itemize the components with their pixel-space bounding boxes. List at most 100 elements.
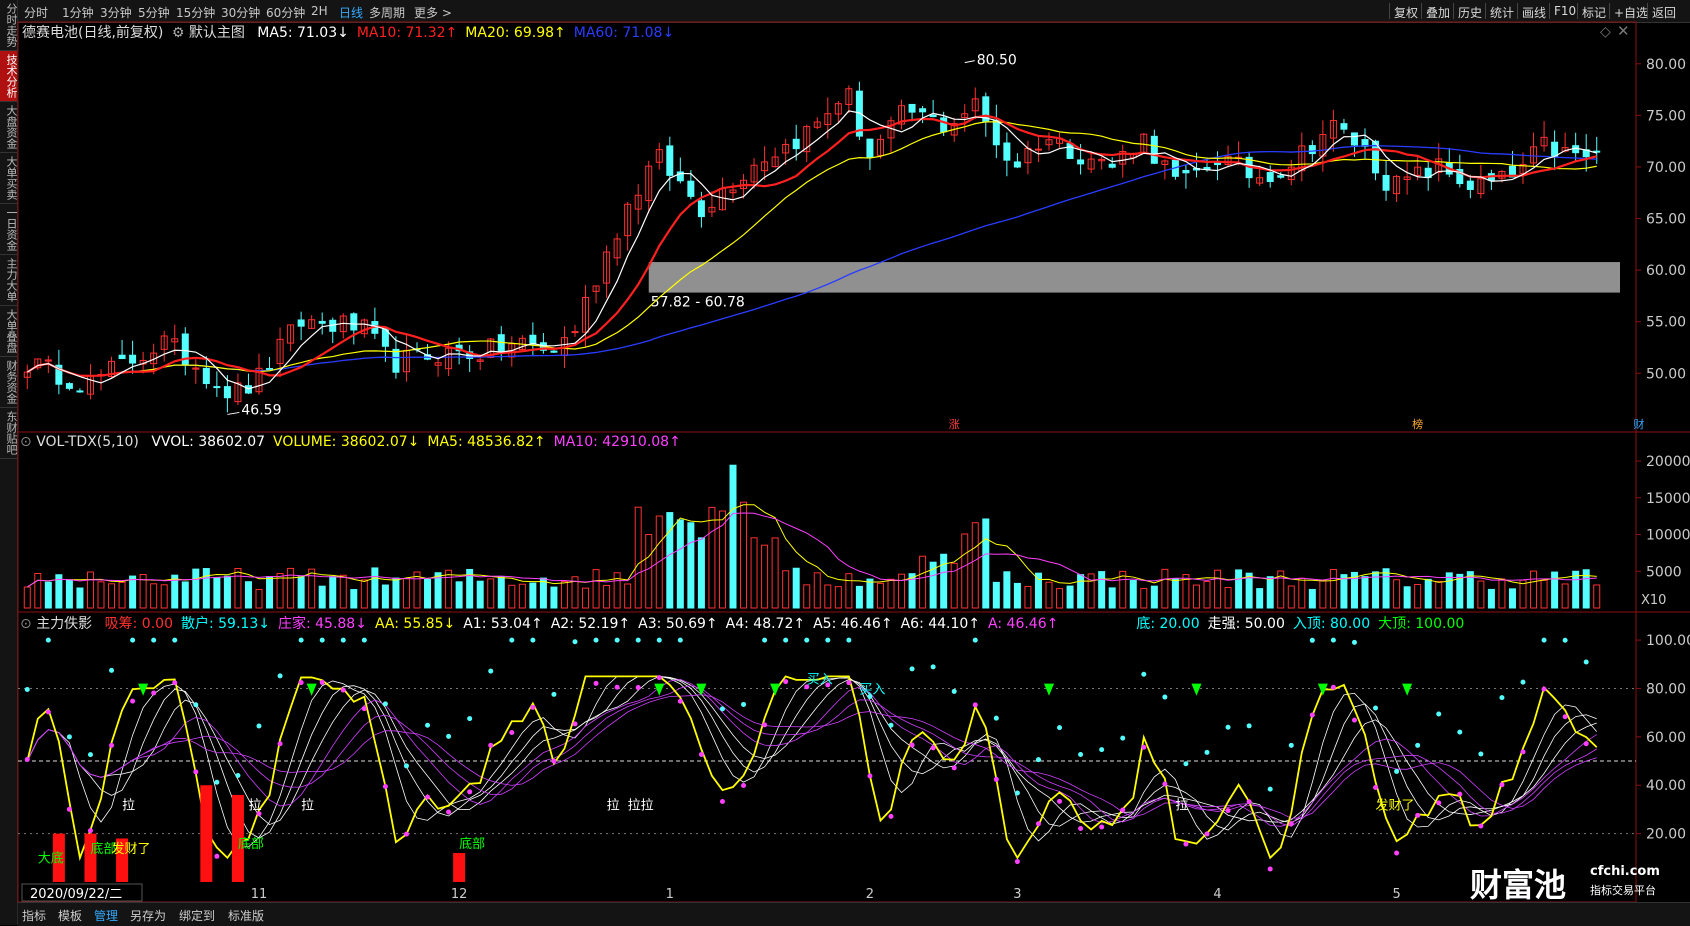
volume-bar xyxy=(1350,571,1358,609)
retail-dot xyxy=(804,637,810,643)
period-0[interactable]: 分时 xyxy=(24,4,48,21)
bottom-tab-1[interactable]: 模板 xyxy=(58,907,82,924)
y-tick-label: 65.00 xyxy=(1646,212,1686,228)
retail-dot xyxy=(193,702,199,708)
tool-1[interactable]: 叠加 xyxy=(1426,4,1450,21)
left-tab-3[interactable]: 大单买卖 xyxy=(0,153,18,204)
period-10[interactable]: 更多 > xyxy=(414,4,452,21)
volume-bar xyxy=(1308,588,1316,609)
toolbar-separator xyxy=(1485,3,1486,19)
volume-bar xyxy=(1582,569,1590,609)
volume-bar xyxy=(1466,571,1474,609)
candle-body xyxy=(23,371,31,378)
tool-5[interactable]: F10 xyxy=(1554,4,1576,18)
left-tab-1[interactable]: 技术分析 xyxy=(0,51,18,102)
period-4[interactable]: 15分钟 xyxy=(176,4,215,21)
banker-dot xyxy=(1583,741,1589,747)
period-7[interactable]: 2H xyxy=(311,4,328,18)
tool-8[interactable]: 返回 xyxy=(1652,4,1676,21)
period-5[interactable]: 30分钟 xyxy=(221,4,260,21)
left-tab-4[interactable]: 一日资金 xyxy=(0,204,18,255)
candle-body xyxy=(645,165,653,202)
period-2[interactable]: 3分钟 xyxy=(100,4,132,21)
tool-0[interactable]: 复权 xyxy=(1394,4,1418,21)
chart-canvas[interactable]: 50.00 55.00 60.00 65.00 70.00 75.00 80.00 5000 1… xyxy=(0,0,1690,925)
toolbar-separator xyxy=(1389,3,1390,19)
settings-icon[interactable]: ⚙ xyxy=(172,25,185,41)
left-tab-5[interactable]: 主力大单 xyxy=(0,255,18,306)
candle-body xyxy=(1277,175,1285,178)
tool-2[interactable]: 历史 xyxy=(1458,4,1482,21)
bottom-tab-2[interactable]: 管理 xyxy=(94,907,118,924)
left-tab-7[interactable]: 财务资金 xyxy=(0,357,18,408)
volume-bar xyxy=(1530,570,1538,609)
tool-3[interactable]: 统计 xyxy=(1490,4,1514,21)
tool-4[interactable]: 画线 xyxy=(1522,4,1546,21)
volume-bar xyxy=(65,579,73,609)
volume-bar xyxy=(1372,571,1380,609)
volume-bar xyxy=(1551,571,1559,609)
candle-body xyxy=(1192,167,1200,171)
volume-bar xyxy=(476,580,484,609)
volume-bar xyxy=(582,587,590,609)
close-icon[interactable]: ✕ xyxy=(1617,22,1630,40)
left-tab-8[interactable]: 东财贴吧 xyxy=(0,408,18,459)
retail-dot xyxy=(1120,735,1126,741)
volume-bar xyxy=(1277,570,1285,609)
ind-collapse-icon[interactable]: ⊙ xyxy=(20,616,32,632)
retail-dot xyxy=(762,637,768,643)
bottom-tab-5[interactable]: 标准版 xyxy=(228,907,264,924)
volume-bar xyxy=(1593,584,1601,609)
volume-bar xyxy=(171,574,179,609)
volume-bar xyxy=(181,581,189,609)
retail-dot xyxy=(1162,694,1168,700)
volume-bar xyxy=(1224,587,1232,609)
volume-bar xyxy=(1393,579,1401,609)
volume-bar xyxy=(961,533,969,609)
period-9[interactable]: 多周期 xyxy=(369,4,405,21)
candle-body xyxy=(1003,142,1011,161)
banker-dot xyxy=(1351,717,1357,723)
left-tab-2[interactable]: 大盘资金 xyxy=(0,102,18,153)
banker-dot xyxy=(382,784,388,790)
bottom-tab-3[interactable]: 另存为 xyxy=(130,907,166,924)
volume-bar xyxy=(466,568,474,609)
tool-6[interactable]: 标记 xyxy=(1582,4,1606,21)
banker-dot xyxy=(298,680,304,686)
logo-name: 财富池 xyxy=(1470,866,1567,904)
bottom-tab-0[interactable]: 指标 xyxy=(22,907,46,924)
ind-band-line xyxy=(26,685,1597,827)
template-label[interactable]: 默认主图 xyxy=(189,25,245,41)
logo-subtitle: 指标交易平台 xyxy=(1590,884,1656,897)
banker-dot xyxy=(87,828,93,834)
candle-body xyxy=(1477,178,1485,195)
candle-body xyxy=(497,334,505,353)
period-8[interactable]: 日线 xyxy=(339,4,363,21)
banker-dot xyxy=(635,685,641,691)
volume-bar xyxy=(940,553,948,609)
candle-body xyxy=(1256,177,1264,184)
candle-body xyxy=(413,348,421,351)
bottom-tab-4[interactable]: 绑定到 xyxy=(179,907,215,924)
candle-body xyxy=(771,156,779,168)
candle-body xyxy=(1045,139,1053,146)
chart-frame xyxy=(17,21,1637,903)
toolbar-separator xyxy=(1577,3,1578,19)
period-1[interactable]: 1分钟 xyxy=(62,4,94,21)
vol-legend-3: MA10: 42910.08↑ xyxy=(553,434,681,450)
banker-dot xyxy=(572,721,578,727)
period-6[interactable]: 60分钟 xyxy=(266,4,305,21)
vol-collapse-icon[interactable]: ⊙ xyxy=(20,434,32,450)
left-tab-6[interactable]: 大单叠盘 xyxy=(0,306,18,357)
main-chart-header: 德赛电池(日线,前复权) ⚙ 默认主图 MA5: 71.03↓ MA10: 71.… xyxy=(22,22,674,42)
collapse-icon[interactable]: ◇ xyxy=(1600,24,1611,40)
candle-body xyxy=(1350,132,1358,146)
volume-bar xyxy=(718,510,726,609)
ind-band-line xyxy=(26,678,1597,827)
y-tick-label: 55.00 xyxy=(1646,315,1686,331)
candle-body xyxy=(1161,160,1169,165)
tool-7[interactable]: +自选 xyxy=(1614,4,1648,21)
period-3[interactable]: 5分钟 xyxy=(138,4,170,21)
volume-bar xyxy=(455,581,463,609)
left-tab-0[interactable]: 分时走势 xyxy=(0,0,18,51)
